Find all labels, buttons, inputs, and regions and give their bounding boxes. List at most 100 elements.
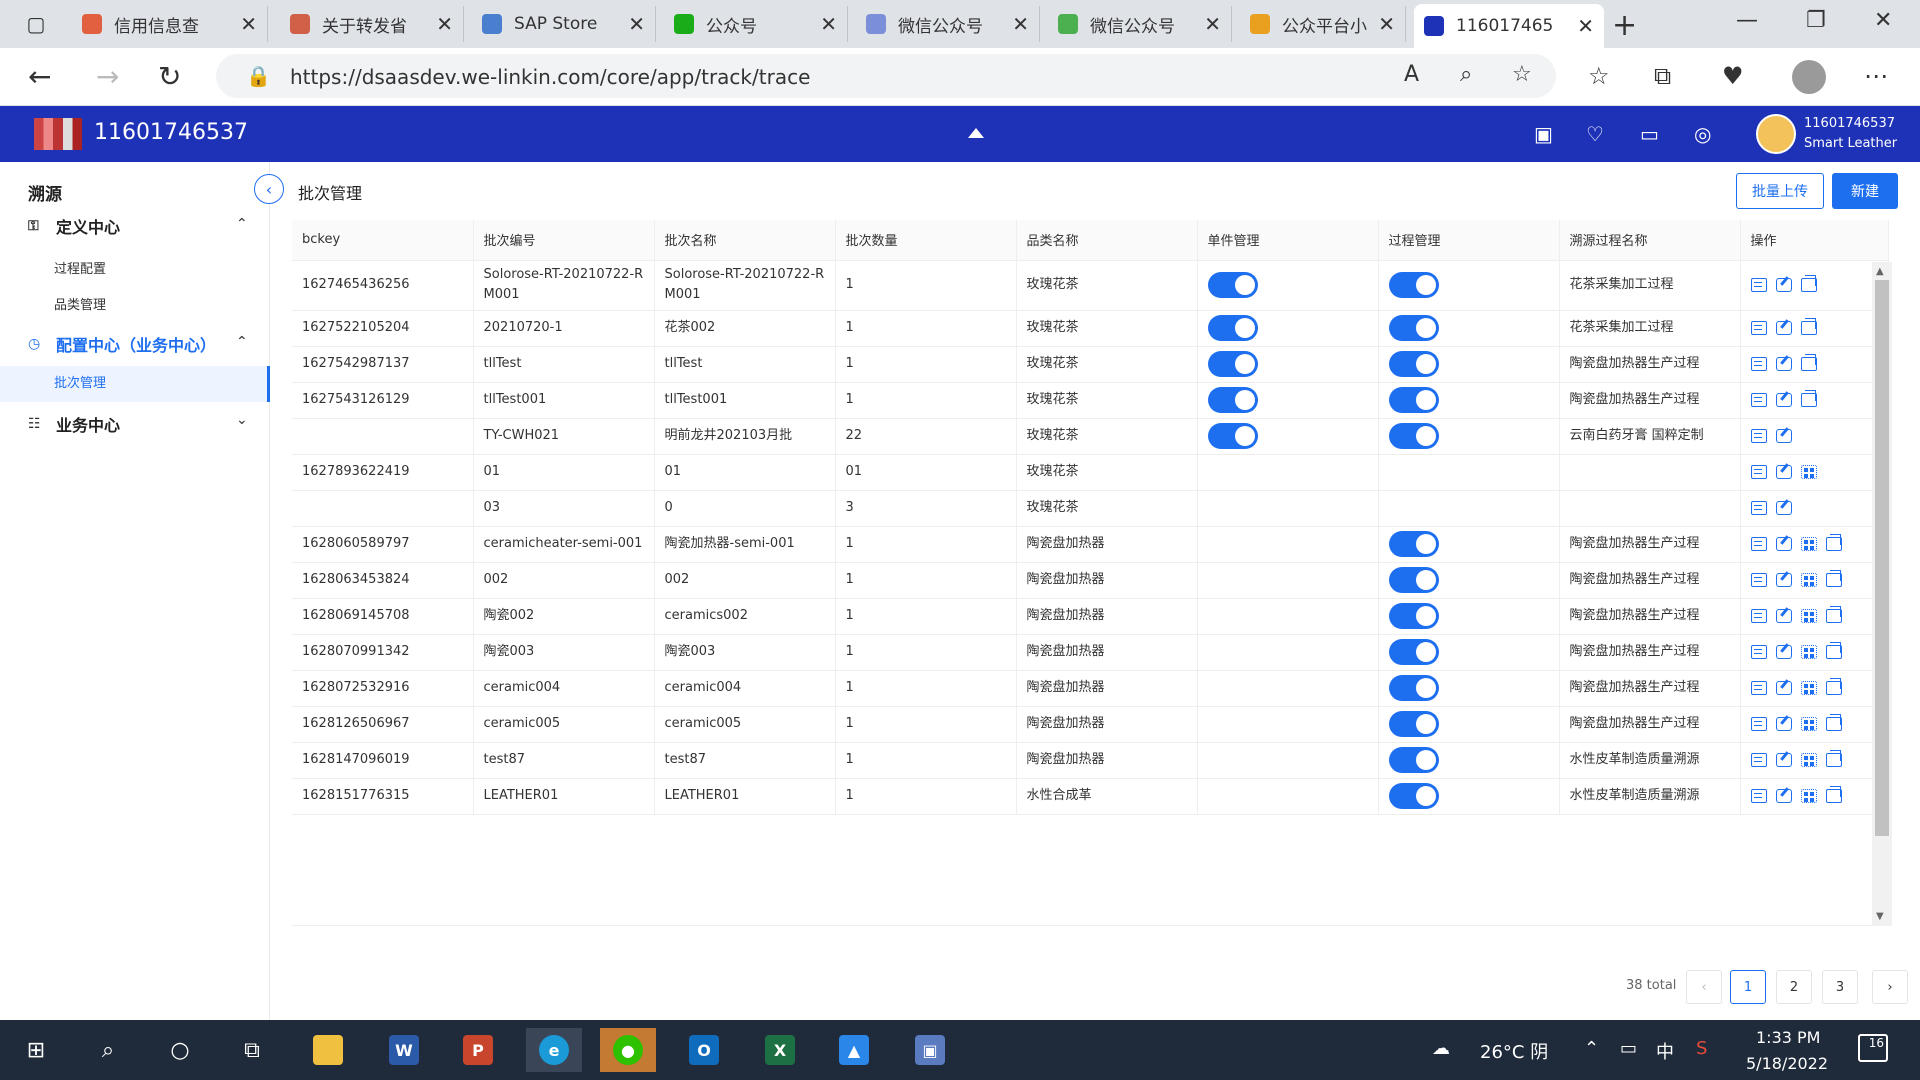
unit-toggle[interactable] [1207,272,1258,298]
view-icon[interactable] [1750,320,1767,335]
view-icon[interactable] [1750,680,1767,695]
view-icon[interactable] [1750,428,1767,443]
qr-icon[interactable] [1800,608,1817,623]
close-window-icon[interactable]: ✕ [1874,8,1892,33]
browser-tab[interactable]: SAP Store ✕ [472,6,656,42]
qr-icon[interactable] [1800,572,1817,587]
weather-text[interactable]: 26°C 阴 [1480,1038,1548,1064]
table-row[interactable]: 1627542987137 tllTest tllTest 1 玫瑰花茶 陶瓷盘加热器生产… [292,346,1889,383]
browser-tab[interactable]: 公众平台小 ✕ [1240,6,1406,42]
qr-icon[interactable] [1800,464,1817,479]
table-row[interactable]: 03 0 3 玫瑰花茶 [292,490,1889,527]
qr-icon[interactable] [1800,752,1817,767]
cloud-app-icon[interactable]: ▲ [826,1028,882,1072]
tab-close-icon[interactable]: ✕ [240,12,257,36]
table-row[interactable]: 1628063453824 002 002 1 陶瓷盘加热器 陶瓷盘加热器生产过程 [292,562,1889,599]
chevron-up-icon[interactable]: ⌃ [236,216,248,232]
browser-tab[interactable]: 微信公众号 ✕ [856,6,1040,42]
edit-icon[interactable] [1775,392,1792,407]
tab-close-icon[interactable]: ✕ [1577,14,1594,38]
process-toggle[interactable] [1388,783,1439,809]
edit-icon[interactable] [1775,356,1792,371]
copy-icon[interactable] [1800,317,1817,335]
health-icon[interactable]: ♥ [1722,62,1744,90]
process-toggle[interactable] [1388,272,1439,298]
view-icon[interactable] [1750,788,1767,803]
column-header[interactable]: bckey [292,220,474,261]
sidebar-item-category[interactable]: 品类管理 [54,294,106,313]
profile-avatar[interactable] [1792,60,1826,94]
wechat-icon[interactable]: ● [600,1028,656,1072]
read-aloud-icon[interactable]: A [1404,62,1419,87]
unit-toggle[interactable] [1207,423,1258,449]
tab-close-icon[interactable]: ✕ [1012,12,1029,36]
language-globe-icon[interactable]: ◎ [1694,122,1711,146]
table-row[interactable]: TY-CWH021 明前龙井202103月批 22 玫瑰花茶 云南白药牙膏 国粹定制 [292,418,1889,455]
column-header[interactable]: 操作 [1740,220,1889,261]
sidebar-group-definition[interactable]: ⚿ 定义中心 [28,214,120,238]
scroll-down-icon[interactable]: ▼ [1876,911,1884,922]
heart-icon[interactable]: ♡ [1586,122,1604,146]
page-button[interactable]: 1 [1730,970,1766,1004]
ime-indicator[interactable]: 中 [1656,1038,1674,1064]
prev-page-button[interactable]: ‹ [1686,970,1722,1004]
word-icon[interactable]: W [376,1028,432,1072]
process-toggle[interactable] [1388,639,1439,665]
table-row[interactable]: 1627543126129 tllTest001 tllTest001 1 玫瑰花茶 陶瓷… [292,382,1889,419]
edit-icon[interactable] [1775,320,1792,335]
column-header[interactable]: 品类名称 [1016,220,1198,261]
clock-time[interactable]: 1:33 PM [1756,1028,1820,1047]
copy-icon[interactable] [1800,274,1817,292]
restore-icon[interactable]: ❐ [1806,8,1826,33]
edit-icon[interactable] [1775,428,1792,443]
tab-actions-icon[interactable]: ▢ [14,10,58,38]
tab-close-icon[interactable]: ✕ [820,12,837,36]
view-icon[interactable] [1750,500,1767,515]
table-row[interactable]: 1628151776315 LEATHER01 LEATHER01 1 水性合成革 水性皮… [292,778,1889,815]
user-avatar[interactable] [1756,114,1796,154]
edge-icon[interactable]: e [526,1028,582,1072]
copy-icon[interactable] [1800,353,1817,371]
process-toggle[interactable] [1388,531,1439,557]
copy-icon[interactable] [1825,641,1842,659]
qr-icon[interactable] [1800,680,1817,695]
zoom-icon[interactable]: ⌕ [1460,62,1472,87]
tray-expand-icon[interactable]: ⌃ [1584,1038,1599,1059]
copy-icon[interactable] [1825,605,1842,623]
edit-icon[interactable] [1775,680,1792,695]
tab-close-icon[interactable]: ✕ [1204,12,1221,36]
view-icon[interactable] [1750,608,1767,623]
process-toggle[interactable] [1388,315,1439,341]
cortana-icon[interactable]: ○ [152,1028,208,1072]
column-header[interactable]: 批次编号 [473,220,655,261]
tab-close-icon[interactable]: ✕ [436,12,453,36]
next-page-button[interactable]: › [1872,970,1908,1004]
copy-icon[interactable] [1825,533,1842,551]
new-tab-button[interactable]: + [1612,8,1637,43]
remote-desktop-icon[interactable]: ▣ [902,1028,958,1072]
column-header[interactable]: 过程管理 [1378,220,1560,261]
edit-icon[interactable] [1775,464,1792,479]
page-button[interactable]: 3 [1822,970,1858,1004]
qr-icon[interactable] [1800,788,1817,803]
view-icon[interactable] [1750,392,1767,407]
process-toggle[interactable] [1388,423,1439,449]
copy-icon[interactable] [1825,785,1842,803]
edit-icon[interactable] [1775,500,1792,515]
edit-icon[interactable] [1775,752,1792,767]
copy-icon[interactable] [1800,389,1817,407]
view-icon[interactable] [1750,752,1767,767]
page-button[interactable]: 2 [1776,970,1812,1004]
user-id[interactable]: 11601746537 [1804,116,1895,131]
qr-icon[interactable] [1800,644,1817,659]
back-icon[interactable]: ← [28,60,51,93]
chevron-up-icon[interactable]: ⌃ [236,334,248,350]
table-row[interactable]: 1628147096019 test87 test87 1 陶瓷盘加热器 水性皮革制造质量… [292,742,1889,779]
scroll-thumb[interactable] [1875,280,1889,836]
copy-icon[interactable] [1825,569,1842,587]
table-row[interactable]: 1627465436256 Solorose-RT-20210722-RM001 S… [292,260,1889,311]
view-icon[interactable] [1750,644,1767,659]
table-row[interactable]: 1627893622419 01 01 01 玫瑰花茶 [292,454,1889,491]
edit-icon[interactable] [1775,608,1792,623]
browser-tab[interactable]: 关于转发省 ✕ [280,6,464,42]
